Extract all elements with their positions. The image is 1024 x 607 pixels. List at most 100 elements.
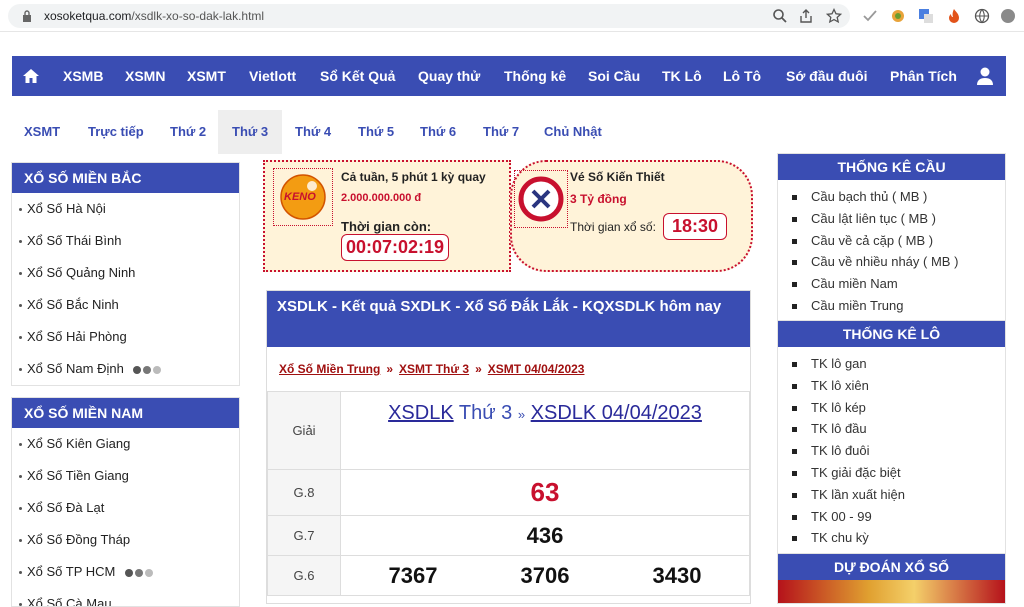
table-header-row: Giải XSDLK Thứ 3 » XSDLK 04/04/2023 [267, 391, 750, 470]
tab-thu-7[interactable]: Thứ 7 [483, 110, 519, 154]
du-doan-banner-image[interactable] [778, 580, 1005, 603]
link-xs-bac-ninh[interactable]: Xổ Số Bắc Ninh [27, 297, 119, 312]
fire-extension-icon[interactable] [946, 8, 962, 24]
bullet-icon [19, 539, 22, 543]
list-item[interactable]: Cầu lật liên tục ( MB ) [792, 208, 1005, 230]
sidebar-north-box: XỔ SỐ MIỀN BẮC Xổ Số Hà Nội Xổ Số Thái B… [11, 162, 240, 386]
header-label: Giải [267, 391, 341, 470]
list-item[interactable]: Xổ Số Đồng Tháp [12, 524, 239, 556]
list-item[interactable]: Xổ Số Bắc Ninh [12, 289, 239, 321]
translate-icon[interactable] [918, 8, 934, 24]
nav-phan-tich[interactable]: Phân Tích [890, 68, 957, 84]
bookmark-star-icon[interactable] [826, 8, 842, 24]
bullet-icon [19, 240, 22, 244]
list-item[interactable]: Xổ Số Nam Định [12, 353, 239, 385]
nav-thong-ke[interactable]: Thống kê [504, 68, 566, 84]
list-item[interactable]: Xổ Số Đà Lạt [12, 492, 239, 524]
sidebar-north-title: XỔ SỐ MIỀN BẮC [12, 163, 239, 193]
list-item[interactable]: Cầu miền Trung [792, 295, 1005, 317]
nav-so-ket-qua[interactable]: Sổ Kết Quả [320, 68, 395, 84]
breadcrumb-mien-trung[interactable]: Xổ Số Miền Trung [279, 362, 380, 376]
profile-icon[interactable] [1000, 8, 1016, 24]
nav-xsmb[interactable]: XSMB [63, 68, 103, 84]
header-link-xsdlk[interactable]: XSDLK [388, 402, 454, 424]
nav-vietlott[interactable]: Vietlott [249, 68, 296, 84]
list-item[interactable]: Xổ Số Hà Nội [12, 193, 239, 225]
nav-tk-lo[interactable]: TK Lô [662, 68, 702, 84]
link-xs-nam-dinh[interactable]: Xổ Số Nam Định [27, 361, 124, 376]
link-xs-quang-ninh[interactable]: Xổ Số Quảng Ninh [27, 265, 135, 280]
link-xs-thai-binh[interactable]: Xổ Số Thái Bình [27, 233, 121, 248]
link-xs-dong-thap[interactable]: Xổ Số Đồng Tháp [27, 532, 130, 547]
nav-lo-to[interactable]: Lô Tô [723, 68, 761, 84]
list-item[interactable]: TK chu kỳ [792, 527, 1005, 549]
list-item[interactable]: Xổ Số Tiền Giang [12, 460, 239, 492]
result-panel: XSDLK - Kết quả SXDLK - Xổ Số Đắk Lắk - … [266, 290, 751, 604]
tab-xsmt[interactable]: XSMT [24, 110, 60, 154]
nav-soi-cau[interactable]: Soi Cầu [588, 68, 640, 84]
address-bar[interactable]: xosoketqua.com/xsdlk-xo-so-dak-lak.html [8, 4, 850, 28]
link-xs-tp-hcm[interactable]: Xổ Số TP HCM [27, 564, 115, 579]
list-item[interactable]: Cầu về nhiều nháy ( MB ) [792, 251, 1005, 273]
zoom-icon[interactable] [772, 8, 788, 24]
breadcrumb-xsmt-thu3[interactable]: XSMT Thứ 3 [399, 362, 469, 376]
link-xs-da-lat[interactable]: Xổ Số Đà Lạt [27, 500, 104, 515]
breadcrumb-date[interactable]: XSMT 04/04/2023 [488, 362, 585, 376]
bullet-icon [19, 368, 22, 372]
list-item[interactable]: TK lần xuất hiện [792, 484, 1005, 506]
home-icon[interactable] [22, 67, 40, 85]
list-item[interactable]: TK 00 - 99 [792, 506, 1005, 528]
link-xs-kien-giang[interactable]: Xổ Số Kiên Giang [27, 436, 130, 451]
tab-chu-nhat[interactable]: Chủ Nhật [544, 110, 602, 154]
list-item[interactable]: TK lô kép [792, 397, 1005, 419]
nav-quay-thu[interactable]: Quay thử [418, 68, 480, 84]
extension-icon[interactable] [890, 8, 906, 24]
list-item[interactable]: Cầu bạch thủ ( MB ) [792, 186, 1005, 208]
prize-value-g6-2: 3706 [520, 562, 570, 588]
list-item[interactable]: Cầu về cả cặp ( MB ) [792, 230, 1005, 252]
lock-icon [23, 10, 31, 22]
header-link-date[interactable]: XSDLK 04/04/2023 [531, 402, 702, 424]
result-title: XSDLK - Kết quả SXDLK - Xổ Số Đắk Lắk - … [267, 291, 750, 347]
tab-thu-3[interactable]: Thứ 3 [218, 110, 283, 154]
bullet-icon [19, 507, 22, 511]
list-item[interactable]: TK lô xiên [792, 375, 1005, 397]
breadcrumb-separator: » [475, 362, 482, 376]
table-row: G.7 436 [267, 515, 750, 556]
kien-thiet-logo-icon [518, 176, 564, 222]
nav-so-dau-duoi[interactable]: Sớ đầu đuôi [786, 68, 868, 84]
keno-schedule: Cả tuần, 5 phút 1 kỳ quay [341, 170, 486, 184]
list-item[interactable]: TK lô đầu [792, 418, 1005, 440]
tab-thu-5[interactable]: Thứ 5 [358, 110, 394, 154]
list-item[interactable]: Xổ Số Thái Bình [12, 225, 239, 257]
list-item[interactable]: TK lô gan [792, 353, 1005, 375]
list-item[interactable]: Xổ Số Quảng Ninh [12, 257, 239, 289]
bullet-icon [19, 336, 22, 340]
kien-thiet-promo-banner[interactable]: Vé Số Kiến Thiết 3 Tỷ đồng Thời gian xổ … [510, 160, 753, 272]
keno-promo-banner[interactable]: KENO Cả tuần, 5 phút 1 kỳ quay 2.000.000… [263, 160, 511, 272]
nav-xsmn[interactable]: XSMN [125, 68, 165, 84]
list-item[interactable]: Xổ Số Hải Phòng [12, 321, 239, 353]
nav-xsmt[interactable]: XSMT [187, 68, 226, 84]
link-xs-hai-phong[interactable]: Xổ Số Hải Phòng [27, 329, 127, 344]
link-xs-ca-mau[interactable]: Xổ Số Cà Mau [27, 596, 112, 606]
list-item[interactable]: TK lô đuôi [792, 440, 1005, 462]
table-row: G.6 7367 3706 3430 [267, 555, 750, 596]
list-item[interactable]: Xổ Số Cà Mau [12, 588, 239, 606]
keno-prize: 2.000.000.000 đ [341, 192, 422, 204]
share-icon[interactable] [798, 8, 814, 24]
globe-icon[interactable] [974, 8, 990, 24]
list-item[interactable]: Xổ Số Kiên Giang [12, 428, 239, 460]
tab-thu-4[interactable]: Thứ 4 [295, 110, 331, 154]
prize-value-g6-3: 3430 [652, 562, 702, 588]
user-icon[interactable] [976, 66, 994, 86]
tab-truc-tiep[interactable]: Trực tiếp [88, 110, 144, 154]
list-item[interactable]: TK giải đặc biệt [792, 462, 1005, 484]
tab-thu-2[interactable]: Thứ 2 [170, 110, 206, 154]
list-item[interactable]: Cầu miền Nam [792, 273, 1005, 295]
link-xs-ha-noi[interactable]: Xổ Số Hà Nội [27, 201, 106, 216]
link-xs-tien-giang[interactable]: Xổ Số Tiền Giang [27, 468, 129, 483]
list-item[interactable]: Xổ Số TP HCM [12, 556, 239, 588]
checkmark-icon[interactable] [862, 8, 878, 24]
tab-thu-6[interactable]: Thứ 6 [420, 110, 456, 154]
